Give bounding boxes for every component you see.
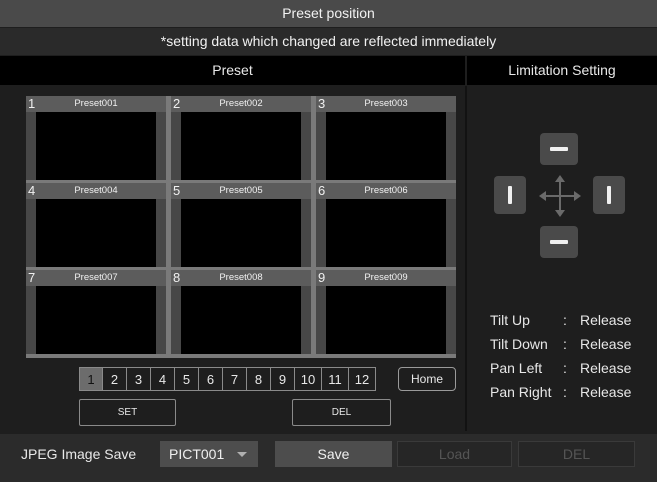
preset-cell-3[interactable]: 3 Preset003: [316, 96, 456, 180]
preset-thumbnail[interactable]: [36, 199, 156, 267]
minus-icon: [550, 240, 568, 244]
preset-number: 7: [28, 270, 36, 285]
separator: :: [563, 360, 567, 376]
tilt-down-value: Release: [580, 336, 632, 352]
pan-right-value: Release: [580, 384, 632, 400]
delete-image-button[interactable]: DEL: [518, 441, 635, 467]
preset-cell-7[interactable]: 7 Preset007: [26, 270, 166, 354]
preset-cell-2[interactable]: 2 Preset002: [171, 96, 311, 180]
preset-grid: 1 Preset001 2 Preset002 3 Preset003 4 Pr…: [26, 96, 456, 358]
preset-number: 9: [318, 270, 326, 285]
limit-left-button[interactable]: [494, 176, 526, 214]
pan-left-value: Release: [580, 360, 632, 376]
home-button[interactable]: Home: [398, 367, 456, 391]
preset-name: Preset003: [328, 96, 444, 112]
preset-cell-4[interactable]: 4 Preset004: [26, 183, 166, 267]
pan-right-status: Pan Right: Release: [490, 383, 631, 401]
separator: :: [563, 384, 567, 400]
preset-name: Preset004: [38, 183, 154, 199]
preset-cell-6[interactable]: 6 Preset006: [316, 183, 456, 267]
pict-select-value: PICT001: [169, 446, 225, 462]
save-button[interactable]: Save: [275, 441, 392, 467]
pan-left-status: Pan Left: Release: [490, 359, 631, 377]
limit-right-button[interactable]: [593, 176, 625, 214]
preset-name: Preset006: [328, 183, 444, 199]
limit-down-button[interactable]: [540, 226, 578, 258]
notice-text: *setting data which changed are reflecte…: [0, 28, 657, 55]
page-button-8[interactable]: 8: [247, 367, 271, 391]
page-button-9[interactable]: 9: [271, 367, 295, 391]
preset-name: Preset005: [183, 183, 299, 199]
preset-thumbnail[interactable]: [326, 286, 446, 354]
preset-cell-9[interactable]: 9 Preset009: [316, 270, 456, 354]
page-button-4[interactable]: 4: [151, 367, 175, 391]
preset-cell-8[interactable]: 8 Preset008: [171, 270, 311, 354]
pan-right-label: Pan Right: [490, 384, 552, 400]
bar-icon: [508, 186, 512, 204]
preset-thumbnail[interactable]: [326, 199, 446, 267]
tilt-up-status: Tilt Up: Release: [490, 311, 631, 329]
tilt-up-value: Release: [580, 312, 632, 328]
move-arrows-icon: [539, 175, 581, 217]
page-button-11[interactable]: 11: [322, 367, 349, 391]
preset-cell-1[interactable]: 1 Preset001: [26, 96, 166, 180]
minus-icon: [550, 147, 568, 151]
limitation-header: Limitation Setting: [467, 56, 657, 85]
pict-select[interactable]: PICT001: [160, 441, 258, 467]
bar-icon: [607, 186, 611, 204]
preset-name: Preset001: [38, 96, 154, 112]
preset-name: Preset008: [183, 270, 299, 286]
preset-number: 2: [173, 96, 181, 111]
preset-thumbnail[interactable]: [36, 286, 156, 354]
preset-cell-5[interactable]: 5 Preset005: [171, 183, 311, 267]
preset-thumbnail[interactable]: [181, 286, 301, 354]
page-button-7[interactable]: 7: [223, 367, 247, 391]
preset-thumbnail[interactable]: [181, 199, 301, 267]
page-button-10[interactable]: 10: [295, 367, 322, 391]
page-button-3[interactable]: 3: [127, 367, 151, 391]
limitation-panel: [467, 86, 657, 433]
page-button-5[interactable]: 5: [175, 367, 199, 391]
set-button[interactable]: SET: [79, 399, 176, 426]
tilt-down-label: Tilt Down: [490, 336, 548, 352]
preset-number: 5: [173, 183, 181, 198]
preset-thumbnail[interactable]: [181, 112, 301, 180]
page-button-12[interactable]: 12: [349, 367, 376, 391]
separator: :: [563, 336, 567, 352]
preset-header: Preset: [0, 56, 465, 85]
caret-down-icon: [237, 452, 247, 457]
tilt-up-label: Tilt Up: [490, 312, 530, 328]
preset-thumbnail[interactable]: [326, 112, 446, 180]
preset-number: 4: [28, 183, 36, 198]
preset-number: 3: [318, 96, 326, 111]
pan-left-label: Pan Left: [490, 360, 543, 376]
preset-number: 8: [173, 270, 181, 285]
page-button-2[interactable]: 2: [103, 367, 127, 391]
preset-number: 6: [318, 183, 326, 198]
jpeg-save-label: JPEG Image Save: [21, 446, 137, 462]
separator: :: [563, 312, 567, 328]
limit-up-button[interactable]: [540, 133, 578, 165]
delete-preset-button[interactable]: DEL: [292, 399, 391, 426]
preset-name: Preset009: [328, 270, 444, 286]
tilt-down-status: Tilt Down: Release: [490, 335, 631, 353]
page-button-6[interactable]: 6: [199, 367, 223, 391]
preset-name: Preset002: [183, 96, 299, 112]
preset-name: Preset007: [38, 270, 154, 286]
page-button-1[interactable]: 1: [79, 367, 103, 391]
load-button[interactable]: Load: [397, 441, 512, 467]
pagination: 1 2 3 4 5 6 7 8 9 10 11 12: [79, 367, 376, 391]
window-title: Preset position: [0, 0, 657, 27]
preset-thumbnail[interactable]: [36, 112, 156, 180]
preset-number: 1: [28, 96, 36, 111]
